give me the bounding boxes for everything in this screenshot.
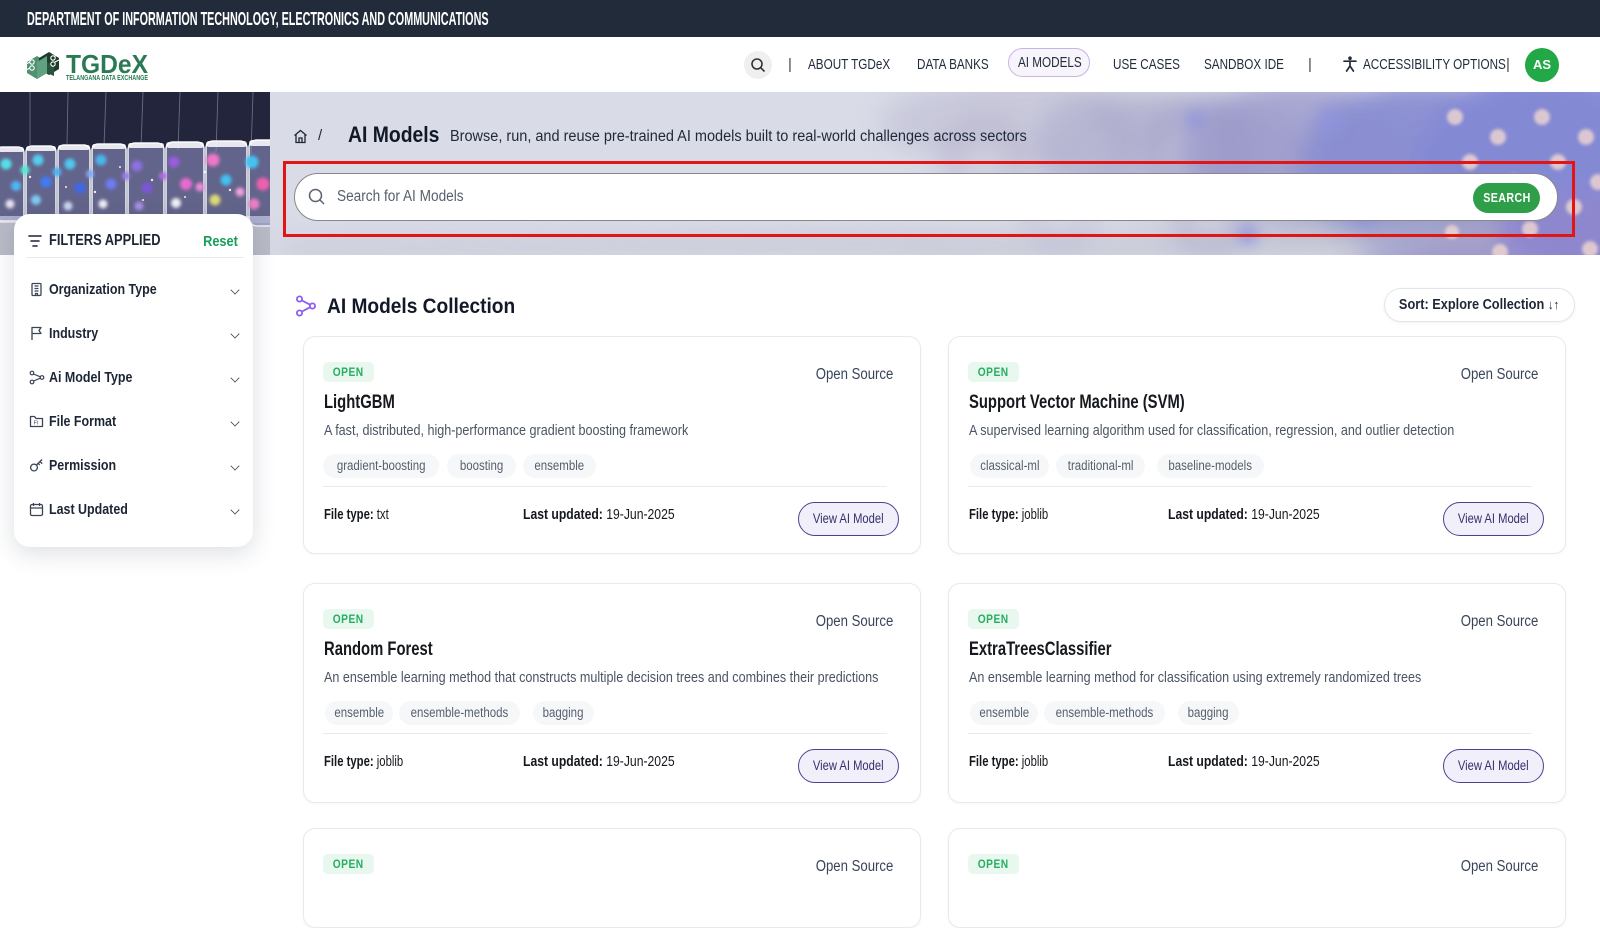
svg-text:TELANGANA DATA EXCHANGE: TELANGANA DATA EXCHANGE	[66, 75, 148, 82]
svg-text:FI: FI	[34, 421, 39, 427]
